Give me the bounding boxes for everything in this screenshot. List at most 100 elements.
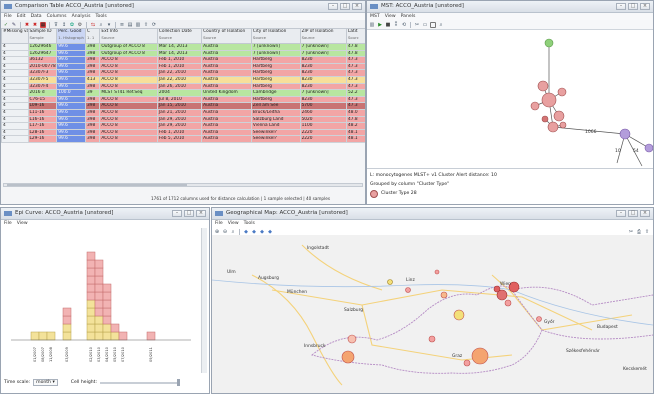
- slider-handle[interactable]: [177, 378, 181, 386]
- chart-icon[interactable]: ▥: [369, 22, 375, 28]
- table-row[interactable]: 4 32307F3 99.6 398 ACCO 8 Jan 22, 2010 Austria…: [1, 69, 365, 77]
- menu-view[interactable]: View: [385, 13, 396, 20]
- map-canvas[interactable]: [212, 235, 653, 393]
- sort-icon[interactable]: ↕: [61, 22, 67, 28]
- horizontal-scrollbar[interactable]: [3, 183, 363, 187]
- histogram-cell[interactable]: [86, 315, 96, 325]
- time-scale-select[interactable]: month ▾: [33, 379, 58, 386]
- map-marker[interactable]: [434, 269, 440, 275]
- tools-icon[interactable]: ✂: [414, 22, 420, 28]
- settings-icon[interactable]: ⚙: [77, 22, 83, 28]
- cluster-icon[interactable]: ✿: [69, 22, 75, 28]
- histogram-cell[interactable]: [102, 291, 112, 301]
- table-row[interactable]: 4 L28-16 99.6 398 ACCO 8 Feb 1, 2010 Austria Se…: [1, 128, 365, 137]
- maximize-button[interactable]: □: [628, 210, 638, 217]
- table-row[interactable]: 4 36132 99.6 398 ACCO 8 Feb 1, 2010 Austria Har…: [1, 56, 365, 64]
- graph-node[interactable]: [619, 128, 631, 140]
- select-icon[interactable]: [430, 21, 436, 28]
- column-header[interactable]: ZIP of Isolation Source: [299, 28, 348, 44]
- zoom-in-icon[interactable]: ⊕: [214, 229, 220, 235]
- menu-edit[interactable]: Edit: [17, 13, 26, 20]
- histogram-cell[interactable]: [118, 331, 128, 341]
- graph-node[interactable]: [530, 101, 540, 111]
- histogram-cell[interactable]: [146, 331, 156, 341]
- histogram-cell[interactable]: [86, 259, 96, 269]
- histogram-cell[interactable]: [110, 323, 120, 333]
- arrow-up-icon[interactable]: ◆: [251, 229, 257, 235]
- graph-node[interactable]: [547, 121, 559, 133]
- edit-icon[interactable]: ✎: [11, 22, 17, 28]
- zoom-out-icon[interactable]: ⊖: [222, 229, 228, 235]
- stop-icon[interactable]: ■: [385, 22, 391, 28]
- histogram-cell[interactable]: [102, 283, 112, 293]
- histogram-cell[interactable]: [94, 323, 104, 333]
- search-icon[interactable]: ⌕: [98, 22, 104, 28]
- graph-node[interactable]: [553, 110, 565, 122]
- map-marker[interactable]: [387, 279, 393, 285]
- histogram-cell[interactable]: [86, 251, 96, 261]
- menu-data[interactable]: Data: [31, 13, 42, 20]
- map-marker[interactable]: [471, 347, 489, 365]
- column-header[interactable]: Sample ID Sample: [27, 28, 58, 44]
- close-button[interactable]: ×: [352, 3, 362, 10]
- column-header[interactable]: Collection Date Source: [156, 28, 203, 44]
- minimize-button[interactable]: –: [616, 210, 626, 217]
- chart-icon[interactable]: ▥: [135, 22, 141, 28]
- histogram-cell[interactable]: [94, 307, 104, 317]
- histogram-cell[interactable]: [102, 315, 112, 325]
- histogram-cell[interactable]: [102, 307, 112, 317]
- menu-file[interactable]: File: [4, 220, 12, 227]
- epi-curve-chart[interactable]: 01/2007 08/2007 11/2008 03/2009 02/2010 03/20…: [1, 228, 209, 378]
- histogram-cell[interactable]: [62, 331, 72, 341]
- histogram-cell[interactable]: [94, 291, 104, 301]
- tools-icon[interactable]: ✂: [628, 229, 634, 235]
- histogram-cell[interactable]: [86, 331, 96, 341]
- map-marker[interactable]: [496, 289, 508, 301]
- histogram-cell[interactable]: [86, 307, 96, 317]
- close-button[interactable]: ×: [640, 3, 650, 10]
- play-icon[interactable]: ▶: [377, 22, 383, 28]
- histogram-cell[interactable]: [102, 323, 112, 333]
- map-marker[interactable]: [428, 335, 436, 343]
- minimize-button[interactable]: –: [328, 3, 338, 10]
- histogram-cell[interactable]: [86, 283, 96, 293]
- filter-icon[interactable]: ⊽: [53, 22, 59, 28]
- menu-analysis[interactable]: Analysis: [72, 13, 91, 20]
- histogram-cell[interactable]: [94, 331, 104, 341]
- table-icon[interactable]: ▤: [127, 22, 133, 28]
- graph-node[interactable]: [541, 115, 549, 123]
- column-header[interactable]: Perc. Good 1. Histograph: [56, 28, 87, 44]
- cell-height-slider[interactable]: [100, 378, 181, 386]
- table-row[interactable]: 4 L29-16 99.6 398 ACCO 8 Feb 5, 2010 Austria Se…: [1, 135, 365, 143]
- grid-icon[interactable]: ▦: [40, 21, 46, 28]
- histogram-cell[interactable]: [94, 283, 104, 293]
- menu-view[interactable]: View: [228, 220, 239, 227]
- column-header[interactable]: Country of Isolation Source: [201, 28, 252, 44]
- column-header[interactable]: Ext Info Source: [99, 28, 158, 44]
- table-row[interactable]: 4 L16-16 99.6 398 ACCO 8 Jan 29, 2010 Austria S…: [1, 115, 365, 124]
- table-row[interactable]: 4 2010-00778 99.6 398 ACCO 8 Feb 1, 2010 Austr…: [1, 62, 365, 71]
- map-marker[interactable]: [536, 316, 542, 322]
- close-button[interactable]: ×: [640, 210, 650, 217]
- maximize-button[interactable]: □: [184, 210, 194, 217]
- menu-tools[interactable]: Tools: [96, 13, 107, 20]
- histogram-cell[interactable]: [62, 315, 72, 325]
- graph-node[interactable]: [541, 92, 557, 108]
- graph-node[interactable]: [644, 143, 653, 153]
- menu-columns[interactable]: Columns: [47, 13, 67, 20]
- graph-node[interactable]: [559, 121, 567, 129]
- column-header[interactable]: Latit Sourc: [346, 28, 365, 44]
- histogram-cell[interactable]: [86, 323, 96, 333]
- column-header[interactable]: #Missing values: [1, 28, 29, 44]
- rotate-icon[interactable]: ⟲: [401, 22, 407, 28]
- arrow-down-icon[interactable]: ◆: [267, 229, 273, 235]
- mst-graph[interactable]: 1066 54 10: [367, 28, 653, 168]
- menu-file[interactable]: File: [4, 13, 12, 20]
- histogram-cell[interactable]: [62, 323, 72, 333]
- chevron-down-icon[interactable]: ▾: [106, 22, 112, 28]
- refresh-icon[interactable]: ⟳: [151, 22, 157, 28]
- menu-tools[interactable]: Tools: [244, 220, 255, 227]
- menu-view[interactable]: View: [17, 220, 28, 227]
- map-marker[interactable]: [347, 334, 357, 344]
- arrow-left-icon[interactable]: ◆: [243, 229, 249, 235]
